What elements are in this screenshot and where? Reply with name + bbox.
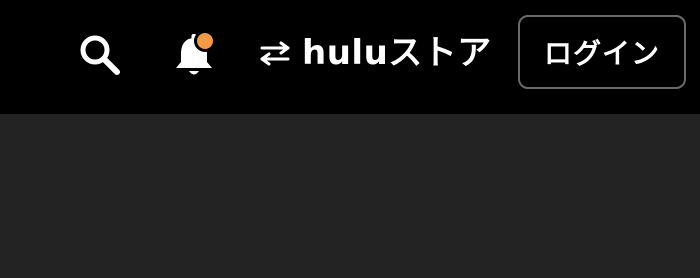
swap-arrows-icon [258,40,292,66]
store-link-label: huluストア [302,33,492,73]
hulu-store-link[interactable]: huluストア [258,28,492,78]
header-bar: huluストア ログイン [0,0,700,114]
search-icon[interactable] [77,32,123,76]
login-button[interactable]: ログイン [518,15,686,89]
content-area [0,114,700,278]
notification-badge [194,30,216,52]
